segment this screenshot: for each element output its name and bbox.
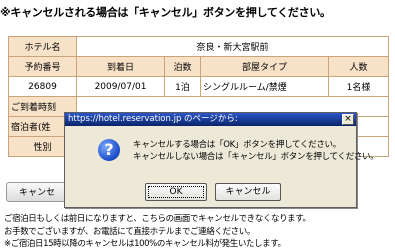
table-header-row: 予約番号 到着日 泊数 部屋タイプ 人数 xyxy=(8,56,390,77)
dialog-message: キャンセルする場合は「OK」ボタンを押してください。 キャンセルしない場合は「キ… xyxy=(133,139,379,163)
note-line: お手数でございますが、お電話にて直接ホテルまでご連絡ください。 xyxy=(4,226,255,237)
room-type: シングルルーム/禁煙 xyxy=(200,76,329,97)
dialog-message-line: キャンセルしない場合は「キャンセル」ボタンを押してください。 xyxy=(133,152,379,162)
cancellation-notes: ご宿泊日もしくは前日になりますと、こちらの画面でキャンセルできなくなります。 お… xyxy=(4,213,394,251)
dialog-titlebar: https://hotel.reservation.jp のページから: × xyxy=(65,113,356,126)
column-header: 泊数 xyxy=(164,56,201,77)
dialog-message-line: キャンセルする場合は「OK」ボタンを押してください。 xyxy=(133,140,341,150)
table-row: ホテル名 奈良・新大宮駅前 xyxy=(8,36,390,57)
column-header: 人数 xyxy=(327,56,390,77)
cancel-reservation-button[interactable]: キャンセ xyxy=(6,182,68,202)
close-icon[interactable]: × xyxy=(342,114,354,125)
dialog-cancel-button[interactable]: キャンセル xyxy=(215,183,281,201)
nights: 1泊 xyxy=(164,76,201,97)
note-line: ご宿泊日もしくは前日になりますと、こちらの画面でキャンセルできなくなります。 xyxy=(4,214,311,224)
guest-count: 1名様 xyxy=(327,76,390,97)
confirm-dialog: https://hotel.reservation.jp のページから: × ?… xyxy=(64,112,379,208)
arrival-date: 2009/07/01 xyxy=(76,76,165,97)
page-heading: ※キャンセルされる場合は「キャンセル」ボタンを押してください。 xyxy=(0,6,331,19)
column-header: 部屋タイプ xyxy=(200,56,329,77)
hotel-label: ホテル名 xyxy=(8,36,77,57)
reservation-number: 26809 xyxy=(8,76,77,97)
column-header: 予約番号 xyxy=(8,56,77,77)
ok-button[interactable]: OK xyxy=(145,183,207,201)
note-line: ※ご宿泊日15時以降のキャンセルは100%のキャンセル料が発生いたします。 xyxy=(4,239,286,249)
dialog-title: https://hotel.reservation.jp のページから: xyxy=(68,114,238,124)
table-row: 26809 2009/07/01 1泊 シングルルーム/禁煙 1名様 xyxy=(8,76,390,97)
hotel-name: 奈良・新大宮駅前 xyxy=(75,36,390,57)
column-header: 到着日 xyxy=(76,56,165,77)
question-icon: ? xyxy=(98,139,120,161)
